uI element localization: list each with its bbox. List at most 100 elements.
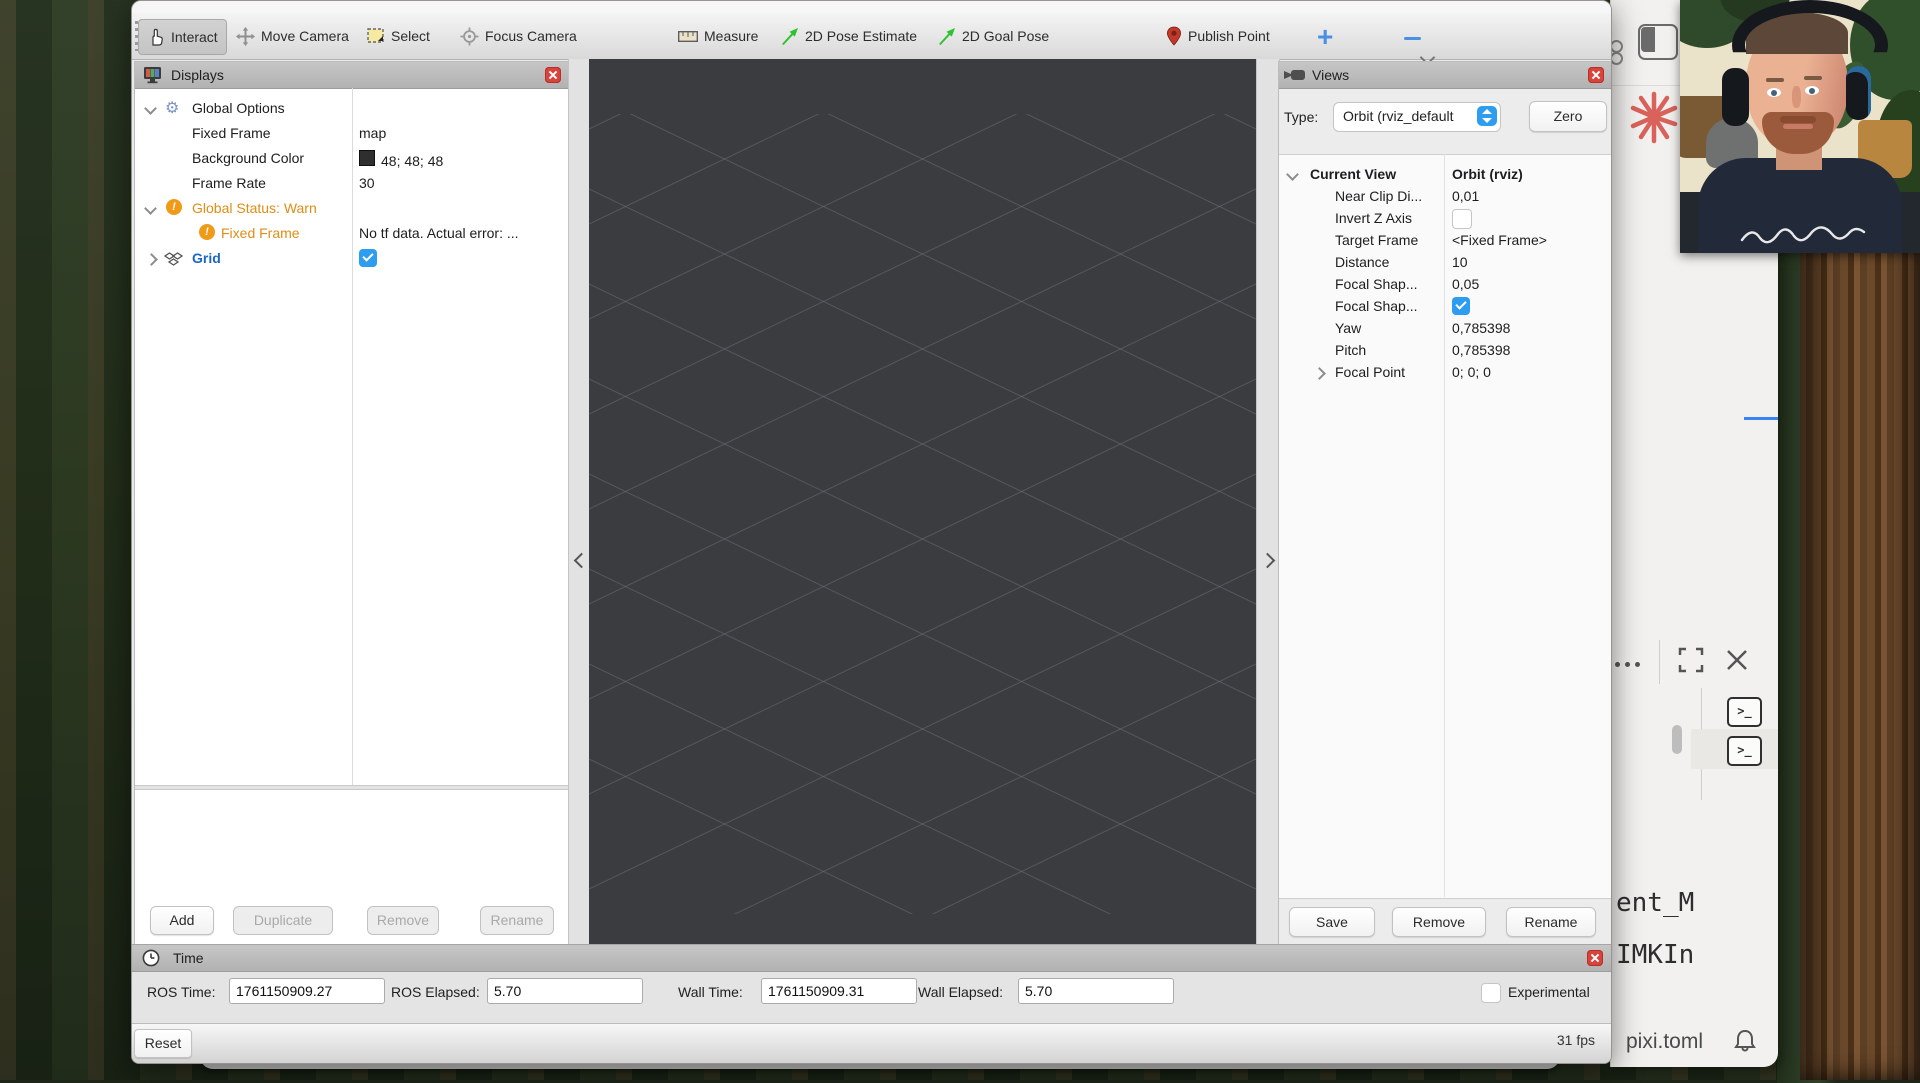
- expander-icon[interactable]: [1286, 168, 1299, 181]
- prop-row-yaw[interactable]: Yaw 0,785398: [1279, 318, 1612, 340]
- prop-row-focal-shape-size[interactable]: Focal Shap... 0,05: [1279, 274, 1612, 296]
- prop-label: Focal Point: [1335, 364, 1405, 380]
- remove-display-button[interactable]: Remove: [367, 906, 439, 935]
- shirt-script-graphic: [1738, 222, 1868, 248]
- close-panel-icon[interactable]: [545, 67, 561, 83]
- rename-display-button[interactable]: Rename: [480, 906, 554, 935]
- tool-interact[interactable]: Interact: [138, 19, 227, 55]
- expander-icon[interactable]: [1313, 367, 1326, 380]
- wall-time-input[interactable]: [761, 978, 917, 1004]
- tool-move-camera[interactable]: Move Camera: [236, 19, 349, 53]
- prop-value[interactable]: <Fixed Frame>: [1452, 232, 1547, 248]
- prop-label: Distance: [1335, 254, 1389, 270]
- person-mustache: [1780, 116, 1816, 123]
- right-splitter[interactable]: [1256, 59, 1280, 944]
- row-value[interactable]: map: [359, 125, 386, 141]
- prop-row-distance[interactable]: Distance 10: [1279, 252, 1612, 274]
- close-panel-icon[interactable]: [1588, 67, 1604, 83]
- prop-row-target-frame[interactable]: Target Frame <Fixed Frame>: [1279, 230, 1612, 252]
- tree-row-fixed-frame-warning[interactable]: ! Fixed Frame No tf data. Actual error: …: [135, 222, 569, 247]
- prop-value[interactable]: 0,785398: [1452, 320, 1510, 336]
- tool-2d-pose-estimate[interactable]: 2D Pose Estimate: [781, 19, 917, 53]
- warning-icon: !: [166, 199, 182, 215]
- view-type-dropdown[interactable]: Orbit (rviz_default: [1333, 102, 1501, 132]
- green-arrow-icon: [938, 27, 956, 45]
- prop-row-pitch[interactable]: Pitch 0,785398: [1279, 340, 1612, 362]
- tool-2d-goal-pose[interactable]: 2D Goal Pose: [938, 19, 1049, 53]
- tree-row-frame-rate[interactable]: Frame Rate 30: [135, 172, 569, 197]
- wall-elapsed-input[interactable]: [1018, 978, 1174, 1004]
- zero-button[interactable]: Zero: [1529, 101, 1607, 132]
- ros-time-input[interactable]: [229, 978, 385, 1004]
- left-splitter[interactable]: [568, 59, 591, 944]
- tool-label: 2D Goal Pose: [962, 28, 1049, 44]
- prop-value[interactable]: 0; 0; 0: [1452, 364, 1491, 380]
- prop-row-focal-shape-fixed[interactable]: Focal Shap...: [1279, 296, 1612, 318]
- stepper-icon[interactable]: [1477, 106, 1497, 126]
- prop-value[interactable]: 0,01: [1452, 188, 1479, 204]
- invert-z-checkbox[interactable]: [1452, 209, 1472, 229]
- remove-view-button[interactable]: Remove: [1392, 907, 1486, 937]
- row-value[interactable]: 30: [359, 175, 375, 191]
- sidebar-toggle-icon[interactable]: [1638, 24, 1678, 60]
- webcam-overlay: [1680, 0, 1920, 253]
- save-view-button[interactable]: Save: [1289, 907, 1375, 937]
- prop-row-current-view[interactable]: Current View Orbit (rviz): [1279, 164, 1612, 186]
- person-mouth: [1783, 124, 1813, 129]
- prop-value[interactable]: 0,785398: [1452, 342, 1510, 358]
- expand-icon[interactable]: [1677, 646, 1705, 674]
- row-label: Fixed Frame: [221, 225, 300, 241]
- prop-label: Yaw: [1335, 320, 1361, 336]
- duplicate-display-button[interactable]: Duplicate: [233, 906, 333, 935]
- scrollbar-thumb[interactable]: [1672, 725, 1682, 754]
- focal-shape-checkbox[interactable]: [1452, 297, 1470, 315]
- add-tool-button[interactable]: +: [1317, 21, 1333, 53]
- close-icon[interactable]: [1723, 646, 1751, 674]
- add-display-button[interactable]: Add: [150, 906, 214, 935]
- row-value[interactable]: No tf data. Actual error: ...: [359, 225, 565, 241]
- tool-label: 2D Pose Estimate: [805, 28, 917, 44]
- displays-panel-header[interactable]: Displays: [135, 62, 569, 89]
- tree-row-fixed-frame[interactable]: Fixed Frame map: [135, 122, 569, 147]
- terminal-icon[interactable]: >_: [1727, 697, 1762, 727]
- tree-row-grid[interactable]: Grid: [135, 247, 569, 272]
- prop-value[interactable]: 10: [1452, 254, 1468, 270]
- rename-view-button[interactable]: Rename: [1506, 907, 1596, 937]
- collapse-left-icon[interactable]: [574, 553, 590, 569]
- close-panel-icon[interactable]: [1587, 950, 1603, 966]
- reset-button[interactable]: Reset: [134, 1029, 192, 1058]
- views-panel-header[interactable]: Views: [1279, 62, 1612, 89]
- prop-row-focal-point[interactable]: Focal Point 0; 0; 0: [1279, 362, 1612, 384]
- rviz-window: Interact Move Camera Select: [131, 0, 1612, 1064]
- tree-row-global-status[interactable]: ! Global Status: Warn: [135, 197, 569, 222]
- collapse-right-icon[interactable]: [1260, 553, 1276, 569]
- tool-measure[interactable]: Measure: [678, 19, 758, 53]
- person-eyebrow: [1804, 76, 1822, 80]
- prop-value[interactable]: 0,05: [1452, 276, 1479, 292]
- bell-icon[interactable]: [1733, 1028, 1757, 1054]
- expander-icon[interactable]: [145, 253, 158, 266]
- terminal-icon[interactable]: >_: [1727, 736, 1762, 766]
- tool-publish-point[interactable]: Publish Point: [1166, 19, 1270, 53]
- toolbar: Interact Move Camera Select: [132, 13, 1611, 60]
- row-value[interactable]: 48; 48; 48: [359, 150, 381, 167]
- more-menu-icon[interactable]: [1615, 654, 1651, 662]
- tree-row-global-options[interactable]: ⚙ Global Options: [135, 97, 569, 122]
- ros-elapsed-input[interactable]: [487, 978, 643, 1004]
- grid-enabled-checkbox[interactable]: [359, 249, 377, 267]
- tool-label: Publish Point: [1188, 28, 1270, 44]
- prop-row-near-clip[interactable]: Near Clip Di... 0,01: [1279, 186, 1612, 208]
- expander-icon[interactable]: [144, 102, 157, 115]
- tool-select[interactable]: Select: [367, 19, 430, 53]
- experimental-checkbox[interactable]: [1481, 983, 1501, 1003]
- time-panel-header[interactable]: Time: [132, 945, 1611, 972]
- remove-tool-button[interactable]: [1404, 37, 1421, 40]
- statusbar-filename[interactable]: pixi.toml: [1626, 1030, 1703, 1054]
- tool-focus-camera[interactable]: Focus Camera: [460, 19, 577, 53]
- hand-icon: [147, 28, 165, 46]
- green-arrow-icon: [781, 27, 799, 45]
- tree-row-background-color[interactable]: Background Color 48; 48; 48: [135, 147, 569, 172]
- expander-icon[interactable]: [144, 202, 157, 215]
- prop-row-invert-z[interactable]: Invert Z Axis: [1279, 208, 1612, 230]
- 3d-viewport[interactable]: [589, 59, 1256, 944]
